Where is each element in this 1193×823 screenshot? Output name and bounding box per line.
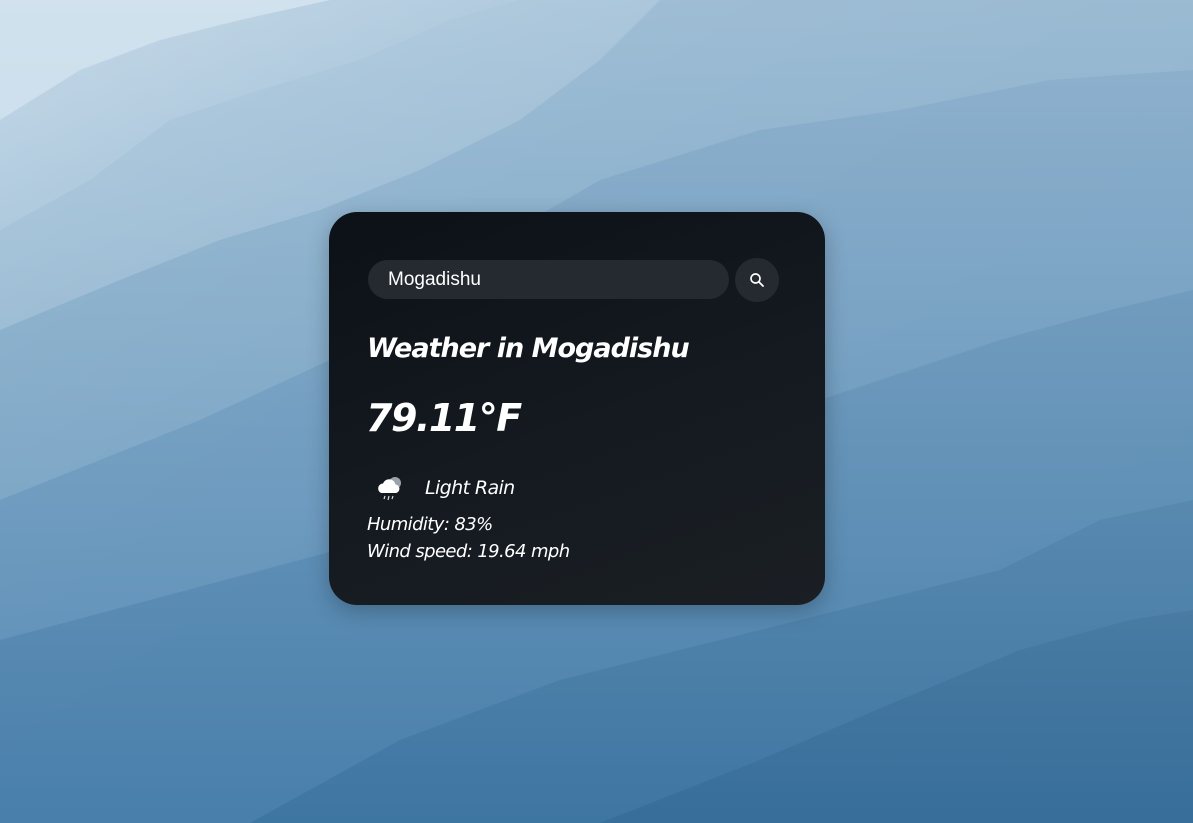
humidity: Humidity: 83% — [367, 514, 493, 535]
temperature: 79.11°F — [366, 396, 522, 440]
search-bar — [368, 258, 779, 302]
cloud-rain-icon — [378, 477, 401, 501]
condition-row: Light Rain — [373, 470, 515, 506]
wind-speed: Wind speed: 19.64 mph — [367, 541, 570, 562]
weather-card: Weather in Mogadishu 79.11°F Light Rain … — [329, 212, 825, 605]
search-button[interactable] — [735, 258, 779, 302]
search-input[interactable] — [368, 260, 729, 299]
weather-title: Weather in Mogadishu — [367, 333, 690, 364]
search-icon — [750, 273, 764, 287]
condition-description: Light Rain — [425, 477, 515, 499]
